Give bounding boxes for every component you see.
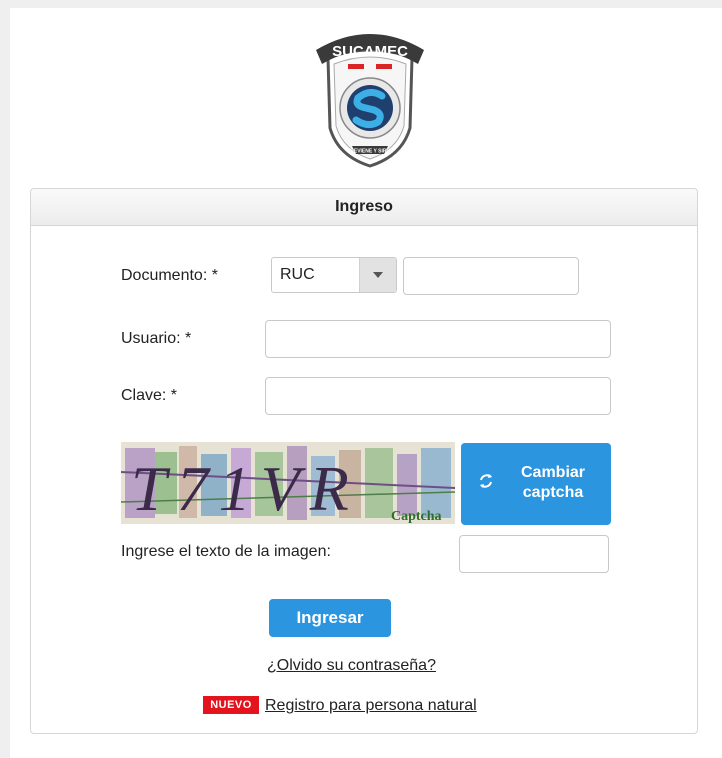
documento-type-value: RUC	[280, 266, 315, 283]
documento-label: Documento: *	[121, 267, 218, 284]
usuario-input[interactable]	[265, 320, 611, 358]
usuario-label: Usuario: *	[121, 330, 192, 347]
documento-input[interactable]	[403, 257, 579, 295]
forgot-password-link[interactable]: ¿Olvido su contraseña?	[267, 657, 436, 675]
clave-label: Clave: *	[121, 387, 178, 404]
change-captcha-label: Cambiar captcha	[520, 464, 586, 501]
captcha-image: T71VR Captcha	[121, 442, 455, 524]
new-badge: NUEVO	[203, 696, 259, 714]
captcha-input[interactable]	[459, 535, 609, 573]
change-captcha-button[interactable]: Cambiar captcha	[461, 443, 611, 525]
ingresar-button[interactable]: Ingresar	[269, 599, 391, 637]
documento-type-select[interactable]: RUC	[271, 257, 397, 293]
logo-text: SUCAMEC	[332, 43, 408, 60]
captcha-watermark: Captcha	[391, 509, 442, 524]
captcha-input-label: Ingrese el texto de la imagen:	[121, 543, 331, 560]
login-panel: Ingreso Documento: * RUC Usuario: * Clav…	[30, 188, 698, 734]
logo-motto: PREVIENE Y SIRVE	[347, 149, 394, 155]
captcha-text: T71VR	[131, 453, 359, 524]
clave-input[interactable]	[265, 377, 611, 415]
chevron-down-icon[interactable]	[359, 258, 396, 292]
register-link[interactable]: Registro para persona natural	[265, 697, 477, 715]
panel-title: Ingreso	[31, 189, 697, 226]
refresh-icon	[480, 474, 492, 488]
sucamec-logo: SUCAMEC PREVIENE Y SIRVE	[316, 34, 424, 168]
login-page: SUCAMEC PREVIENE Y SIRVE Ingreso Documen…	[10, 8, 722, 758]
